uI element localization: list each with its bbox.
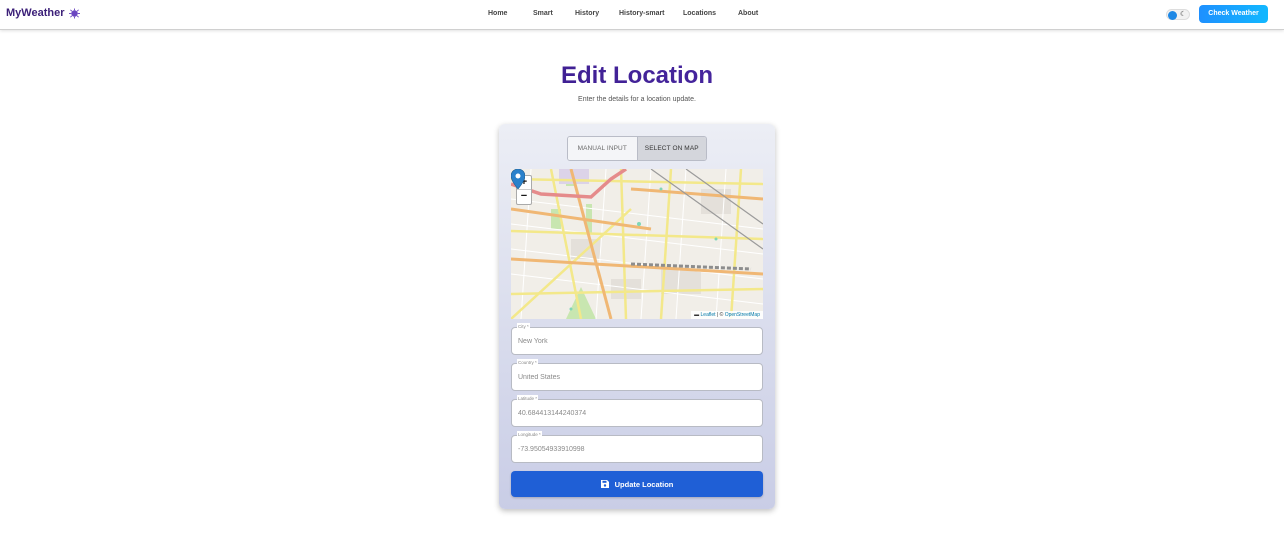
edit-location-card: MANUAL INPUT SELECT ON MAP + − ▬ Leaflet… [499, 124, 775, 509]
save-icon [600, 480, 609, 488]
city-input[interactable] [518, 338, 748, 345]
moon-icon: ☾ [1180, 11, 1187, 18]
input-mode-toggle: MANUAL INPUT SELECT ON MAP [567, 136, 707, 161]
nav-link-history-smart[interactable]: History-smart [619, 10, 665, 17]
navbar: MyWeather Home Smart History History-sma… [0, 0, 1284, 30]
nav-link-history[interactable]: History [575, 10, 599, 17]
update-location-button[interactable]: Update Location [511, 471, 763, 497]
select-on-map-tab[interactable]: SELECT ON MAP [636, 137, 706, 160]
nav-link-home[interactable]: Home [488, 10, 507, 17]
longitude-input[interactable] [518, 446, 748, 453]
page-title: Edit Location [0, 62, 1274, 90]
attribution-separator: | © [715, 312, 725, 318]
update-location-label: Update Location [614, 479, 674, 489]
map-view[interactable]: + − ▬ Leaflet | © OpenStreetMap [511, 169, 763, 319]
page-subtitle: Enter the details for a location update. [578, 96, 696, 103]
openstreetmap-link[interactable]: OpenStreetMap [725, 312, 760, 318]
country-input[interactable] [518, 374, 748, 381]
latitude-input[interactable] [518, 410, 748, 417]
country-field[interactable]: Country * [511, 359, 763, 391]
manual-input-tab[interactable]: MANUAL INPUT [568, 137, 637, 160]
nav-link-locations[interactable]: Locations [683, 10, 716, 17]
nav-link-about[interactable]: About [738, 10, 758, 17]
nav-link-smart[interactable]: Smart [533, 10, 553, 17]
longitude-label: Longitude * [517, 431, 542, 439]
theme-toggle[interactable]: ☾ [1166, 9, 1190, 20]
map-marker-icon[interactable] [511, 169, 525, 189]
flag-icon: ▬ [694, 312, 700, 318]
check-weather-button[interactable]: Check Weather [1199, 5, 1268, 23]
map-tiles [511, 169, 763, 319]
leaflet-link[interactable]: Leaflet [701, 312, 716, 318]
latitude-field[interactable]: Latitude * [511, 395, 763, 427]
city-label: City * [517, 323, 530, 331]
latitude-label: Latitude * [517, 395, 539, 403]
nav-links: Home Smart History History-smart Locatio… [0, 10, 1284, 20]
toggle-knob [1168, 11, 1177, 20]
map-attribution: ▬ Leaflet | © OpenStreetMap [691, 311, 763, 319]
city-field[interactable]: City * [511, 323, 763, 355]
zoom-out-button[interactable]: − [517, 190, 531, 204]
country-label: Country * [517, 359, 538, 367]
longitude-field[interactable]: Longitude * [511, 431, 763, 463]
